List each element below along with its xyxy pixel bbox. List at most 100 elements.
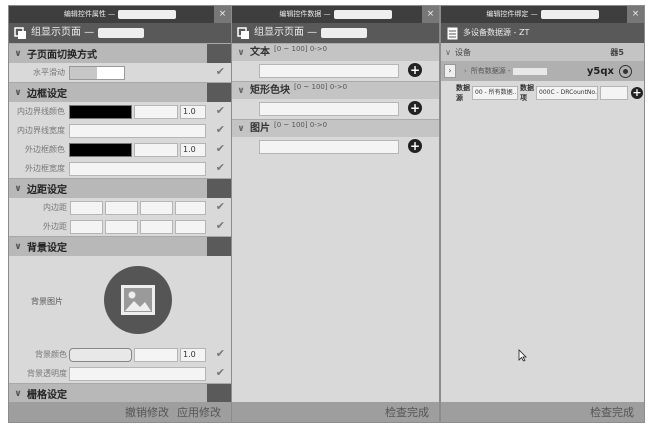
source-label: 数据源 xyxy=(456,84,470,102)
done-button[interactable]: 检查完成 xyxy=(590,404,634,420)
inner-color-swatch[interactable] xyxy=(69,104,132,119)
section-title: 边距设定 xyxy=(27,185,67,196)
inner-color-hex[interactable] xyxy=(134,104,178,119)
add-icon[interactable]: + xyxy=(408,101,422,115)
chevron-down-icon: ∨ xyxy=(14,388,22,399)
padding-bottom-input[interactable] xyxy=(140,200,173,215)
device-row-text: 所有数据源 - xyxy=(470,67,511,75)
device-section[interactable]: ∨ 设备 器5 xyxy=(441,43,644,61)
check-icon[interactable]: ✔ xyxy=(216,65,225,78)
source-select[interactable]: 00 - 所有数据... xyxy=(472,86,518,100)
check-icon[interactable]: ✔ xyxy=(216,347,225,360)
section-page-switch[interactable]: ∨ 子页面切换方式 xyxy=(9,43,231,63)
section-grid[interactable]: ∨ 栅格设定 xyxy=(9,383,231,403)
margin-label: 外边距 xyxy=(43,222,67,231)
background-color-hex[interactable] xyxy=(134,347,178,362)
outer-color-swatch[interactable] xyxy=(69,142,132,157)
panel-footer: 撤销修改 应用修改 xyxy=(9,402,231,422)
section-bar xyxy=(207,179,231,198)
redacted-text xyxy=(540,9,599,19)
section-rect-color[interactable]: ∨ 矩形色块 [0 ~ 100] 0->0 xyxy=(232,81,439,99)
outer-width-input[interactable] xyxy=(69,161,206,176)
window-title: 编辑控件属性 — xyxy=(63,10,116,18)
close-button[interactable]: × xyxy=(627,6,644,23)
section-background[interactable]: ∨ 背景设定 xyxy=(9,236,231,256)
device-label: 设备 xyxy=(455,47,471,57)
margin-bottom-input[interactable] xyxy=(140,219,173,234)
window-title: 编辑控件数据 — xyxy=(279,10,331,18)
background-color-swatch[interactable] xyxy=(69,347,132,362)
padding-left-input[interactable] xyxy=(175,200,206,215)
background-color-alpha[interactable]: 1.0 xyxy=(180,347,206,362)
section-title: 栅格设定 xyxy=(27,390,67,401)
margin-right-input[interactable] xyxy=(105,219,138,234)
check-icon[interactable]: ✔ xyxy=(216,219,225,232)
binding-window-titlebar: 编辑控件绑定 — × xyxy=(441,6,644,23)
toggle-left[interactable] xyxy=(70,66,97,79)
padding-top-input[interactable] xyxy=(70,200,103,215)
background-image-label: 背景图片 xyxy=(31,297,63,306)
redacted-text xyxy=(321,28,368,38)
close-button[interactable]: × xyxy=(214,6,231,23)
outer-width-label: 外边框宽度 xyxy=(25,164,65,173)
outer-color-row: 外边框颜色 1.0 ✔ xyxy=(9,140,231,159)
section-title: 文本 xyxy=(250,47,270,58)
close-button[interactable]: × xyxy=(422,6,439,23)
range-label: [0 ~ 100] 0->0 xyxy=(294,83,348,91)
item-select[interactable]: 000C - DRCountNo... xyxy=(536,86,598,100)
check-icon[interactable]: ✔ xyxy=(216,366,225,379)
outer-color-alpha[interactable]: 1.0 xyxy=(180,142,206,157)
device-count: 器5 xyxy=(610,47,624,57)
rect-item-row: + xyxy=(232,99,439,119)
check-icon[interactable]: ✔ xyxy=(216,200,225,213)
toggle-right[interactable] xyxy=(97,66,124,79)
done-button[interactable]: 检查完成 xyxy=(385,404,429,420)
inner-width-input[interactable] xyxy=(69,123,206,138)
inner-color-alpha[interactable]: 1.0 xyxy=(180,104,206,119)
cancel-button[interactable]: 撤销修改 xyxy=(125,404,169,420)
copy-icon xyxy=(13,26,27,40)
padding-label: 内边距 xyxy=(43,203,67,212)
inner-color-label: 内边界线颜色 xyxy=(17,107,65,116)
padding-right-input[interactable] xyxy=(105,200,138,215)
margin-top-input[interactable] xyxy=(70,219,103,234)
text-item-input[interactable] xyxy=(259,64,399,78)
binding-panel: 编辑控件绑定 — × 多设备数据源 - ZT ∨ 设备 器5 › › 所有数据源… xyxy=(440,5,645,423)
check-icon[interactable]: ✔ xyxy=(216,123,225,136)
switch-mode-label: 水平滑动 xyxy=(33,68,65,77)
device-row[interactable]: › › 所有数据源 - y5qx xyxy=(441,61,644,81)
rect-item-input[interactable] xyxy=(259,102,399,116)
add-icon[interactable]: + xyxy=(631,87,643,99)
item-value-input[interactable] xyxy=(600,86,628,100)
range-label: [0 ~ 100] 0->0 xyxy=(274,45,328,53)
background-image-picker[interactable] xyxy=(104,266,172,334)
settings-icon[interactable] xyxy=(619,64,632,78)
switch-mode-row: 水平滑动 ✔ xyxy=(9,63,231,82)
section-image[interactable]: ∨ 图片 [0 ~ 100] 0->0 xyxy=(232,119,439,137)
switch-mode-toggle[interactable] xyxy=(69,65,125,80)
background-opacity-input[interactable] xyxy=(69,366,206,381)
check-icon[interactable]: ✔ xyxy=(216,161,225,174)
chevron-down-icon: ∨ xyxy=(14,183,22,194)
add-icon[interactable]: + xyxy=(408,63,422,77)
apply-button[interactable]: 应用修改 xyxy=(177,404,221,420)
redacted-text xyxy=(512,67,547,75)
image-item-input[interactable] xyxy=(259,140,399,154)
section-border[interactable]: ∨ 边框设定 xyxy=(9,82,231,102)
outer-color-hex[interactable] xyxy=(134,142,178,157)
section-margin[interactable]: ∨ 边距设定 xyxy=(9,178,231,198)
section-text[interactable]: ∨ 文本 [0 ~ 100] 0->0 xyxy=(232,43,439,61)
chevron-down-icon: ∨ xyxy=(14,48,22,59)
add-icon[interactable]: + xyxy=(408,139,422,153)
check-icon[interactable]: ✔ xyxy=(216,142,225,155)
check-icon[interactable]: ✔ xyxy=(216,104,225,117)
outer-width-row: 外边框宽度 ✔ xyxy=(9,159,231,178)
expand-button[interactable]: › xyxy=(444,64,456,78)
section-bar xyxy=(207,237,231,256)
background-color-label: 背景颜色 xyxy=(35,350,67,359)
margin-left-input[interactable] xyxy=(175,219,206,234)
chevron-down-icon: ∨ xyxy=(237,124,245,134)
chevron-down-icon: ∨ xyxy=(237,86,245,96)
background-opacity-label: 背景透明度 xyxy=(27,369,67,378)
section-bar xyxy=(207,384,231,403)
